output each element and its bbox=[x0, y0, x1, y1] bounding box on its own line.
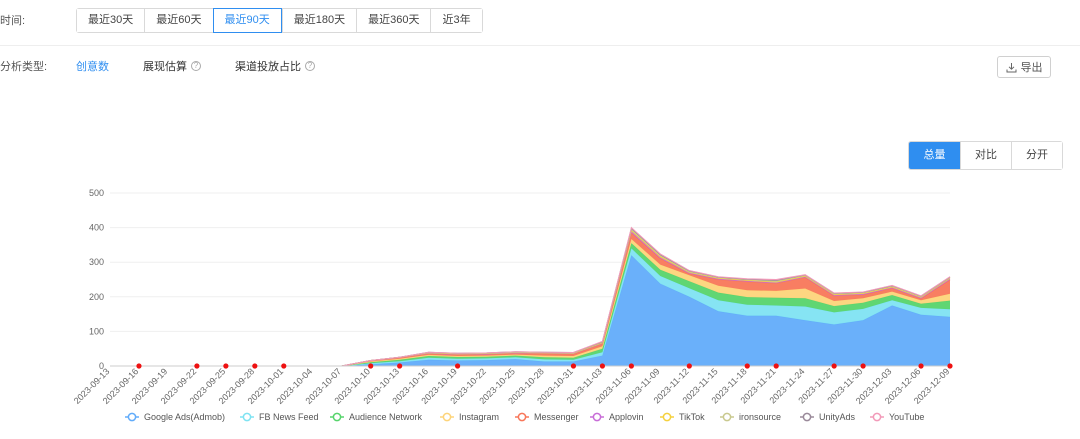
legend-item[interactable]: Instagram bbox=[440, 412, 499, 422]
date-marker[interactable] bbox=[599, 363, 606, 369]
legend-label: Applovin bbox=[609, 412, 644, 422]
y-tick-label: 300 bbox=[89, 257, 104, 267]
date-marker[interactable] bbox=[860, 363, 866, 369]
type-option-channel-share-label: 渠道投放占比 bbox=[235, 61, 301, 73]
legend-swatch-dot bbox=[722, 412, 732, 422]
y-tick-label: 200 bbox=[89, 292, 104, 302]
legend-item[interactable]: YouTube bbox=[870, 412, 924, 422]
date-marker[interactable] bbox=[252, 363, 258, 369]
legend-label: YouTube bbox=[889, 412, 924, 422]
date-marker[interactable] bbox=[628, 363, 634, 369]
date-marker[interactable] bbox=[223, 363, 229, 369]
time-option-30d[interactable]: 最近30天 bbox=[77, 8, 145, 32]
legend-item[interactable]: Applovin bbox=[590, 412, 644, 422]
legend-label: Google Ads(Admob) bbox=[144, 412, 225, 422]
analysis-type-label: 分析类型: bbox=[0, 61, 48, 73]
filter-divider bbox=[0, 45, 1080, 46]
date-marker[interactable] bbox=[194, 363, 200, 369]
help-icon[interactable]: ? bbox=[191, 61, 201, 71]
legend-label: Instagram bbox=[459, 412, 499, 422]
type-option-creatives-label: 创意数 bbox=[76, 61, 109, 73]
legend-swatch-dot bbox=[802, 412, 812, 422]
legend-label: Audience Network bbox=[349, 412, 423, 422]
y-tick-label: 500 bbox=[89, 188, 104, 198]
legend-item[interactable]: UnityAds bbox=[800, 412, 856, 422]
time-option-90d[interactable]: 最近90天 bbox=[212, 7, 282, 33]
date-marker[interactable] bbox=[454, 363, 461, 369]
date-marker[interactable] bbox=[773, 363, 779, 369]
legend-item[interactable]: Messenger bbox=[515, 412, 579, 422]
date-marker[interactable] bbox=[947, 363, 953, 369]
time-option-180d[interactable]: 最近180天 bbox=[281, 8, 357, 32]
download-icon bbox=[1006, 62, 1016, 72]
export-button-label: 导出 bbox=[1020, 62, 1043, 74]
date-marker[interactable] bbox=[744, 363, 750, 369]
date-marker[interactable] bbox=[281, 363, 287, 369]
time-range-selector: 最近30天 最近60天 最近90天 最近180天 最近360天 近3年 bbox=[76, 7, 483, 33]
date-marker[interactable] bbox=[136, 363, 142, 369]
legend-swatch-dot bbox=[242, 412, 252, 422]
legend-label: FB News Feed bbox=[259, 412, 319, 422]
legend-label: UnityAds bbox=[819, 412, 856, 422]
legend-swatch-dot bbox=[517, 412, 527, 422]
time-option-3y[interactable]: 近3年 bbox=[430, 8, 482, 32]
y-tick-label: 400 bbox=[89, 223, 104, 233]
help-icon[interactable]: ? bbox=[305, 61, 315, 71]
legend-label: ironsource bbox=[739, 412, 781, 422]
legend-item[interactable]: Audience Network bbox=[330, 412, 423, 422]
legend-swatch-dot bbox=[127, 412, 137, 422]
type-option-creatives[interactable]: 创意数 bbox=[76, 58, 109, 74]
legend-item[interactable]: ironsource bbox=[720, 412, 781, 422]
analysis-type-row: 分析类型: 创意数 展现估算 ? 渠道投放占比 ? bbox=[0, 58, 349, 74]
date-marker[interactable] bbox=[570, 363, 577, 369]
legend-item[interactable]: TikTok bbox=[660, 412, 705, 422]
date-marker[interactable] bbox=[397, 363, 403, 369]
view-option-compare[interactable]: 对比 bbox=[960, 142, 1011, 169]
stacked-area-chart: 01002003004005002023-09-132023-09-162023… bbox=[72, 188, 953, 422]
legend-swatch-dot bbox=[872, 412, 882, 422]
time-filter-row: 时间: 最近30天 最近60天 最近90天 最近180天 最近360天 近3年 bbox=[0, 7, 483, 33]
legend-item[interactable]: Google Ads(Admob) bbox=[125, 412, 225, 422]
date-marker[interactable] bbox=[918, 363, 924, 369]
time-filter-label: 时间: bbox=[0, 15, 26, 27]
y-tick-label: 100 bbox=[89, 326, 104, 336]
legend-item[interactable]: FB News Feed bbox=[240, 412, 319, 422]
date-marker[interactable] bbox=[831, 363, 837, 369]
time-option-60d[interactable]: 最近60天 bbox=[144, 8, 213, 32]
time-option-360d[interactable]: 最近360天 bbox=[356, 8, 431, 32]
type-option-channel-share[interactable]: 渠道投放占比 ? bbox=[235, 58, 315, 74]
type-option-impressions[interactable]: 展现估算 ? bbox=[143, 58, 201, 74]
legend-label: Messenger bbox=[534, 412, 579, 422]
legend-label: TikTok bbox=[679, 412, 705, 422]
legend-swatch-dot bbox=[332, 412, 342, 422]
legend-swatch-dot bbox=[442, 412, 452, 422]
view-option-split[interactable]: 分开 bbox=[1011, 142, 1062, 169]
legend-swatch-dot bbox=[592, 412, 602, 422]
view-option-total[interactable]: 总量 bbox=[909, 142, 960, 169]
date-marker[interactable] bbox=[368, 363, 374, 369]
legend-swatch-dot bbox=[662, 412, 672, 422]
type-option-impressions-label: 展现估算 bbox=[143, 61, 187, 73]
view-mode-toggle: 总量 对比 分开 bbox=[908, 141, 1063, 170]
chart-legend[interactable]: Google Ads(Admob) FB News Feed Audience Ne… bbox=[125, 412, 924, 422]
export-button[interactable]: 导出 bbox=[997, 56, 1051, 78]
date-marker[interactable] bbox=[686, 363, 692, 369]
